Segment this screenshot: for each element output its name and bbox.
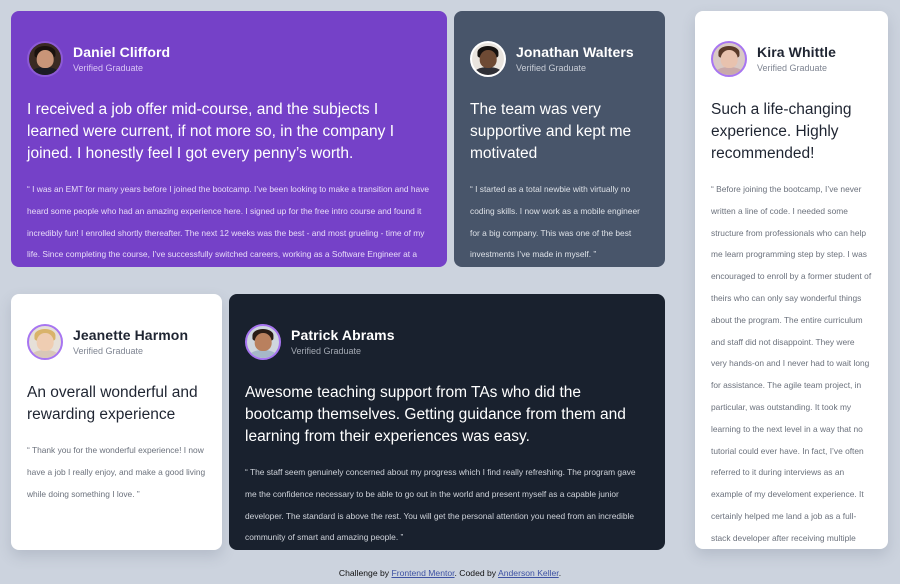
testimonial-quote: “ I started as a total newbie with virtu… [470,184,640,260]
attribution-middle: . Coded by [454,568,499,578]
author-role: Verified Graduate [73,63,144,73]
author-name: Daniel Clifford [73,44,171,60]
testimonial-quote: “ I was an EMT for many years before I j… [27,184,430,260]
card-header: Daniel Clifford Verified Graduate [27,41,431,77]
card-header: Kira Whittle Verified Graduate [711,41,872,77]
card-header: Jeanette Harmon Verified Graduate [27,324,206,360]
avatar [27,324,63,360]
author-name: Jeanette Harmon [73,327,189,343]
testimonial-quote: “ The staff seem genuinely concerned abo… [245,467,636,543]
testimonial-card-daniel: Daniel Clifford Verified Graduate I rece… [11,11,447,267]
author-name: Kira Whittle [757,44,836,60]
avatar [245,324,281,360]
author-role: Verified Graduate [516,63,587,73]
card-header: Patrick Abrams Verified Graduate [245,324,649,360]
attribution: Challenge by Frontend Mentor. Coded by A… [0,568,900,578]
testimonial-quote: “ Before joining the bootcamp, I’ve neve… [711,184,872,543]
testimonial-card-jeanette: Jeanette Harmon Verified Graduate An ove… [11,294,222,550]
author-link[interactable]: Anderson Keller [498,568,559,578]
testimonial-card-jonathan: Jonathan Walters Verified Graduate The t… [454,11,665,267]
author-role: Verified Graduate [291,346,362,356]
testimonial-summary: The team was very supportive and kept me… [470,101,632,162]
card-header: Jonathan Walters Verified Graduate [470,41,649,77]
testimonial-summary: I received a job offer mid-course, and t… [27,101,395,162]
testimonial-summary: Such a life-changing experience. Highly … [711,101,852,162]
author-role: Verified Graduate [73,346,144,356]
author-name: Jonathan Walters [516,44,634,60]
testimonial-quote: “ Thank you for the wonderful experience… [27,445,206,499]
avatar [27,41,63,77]
author-role: Verified Graduate [757,63,828,73]
frontend-mentor-link[interactable]: Frontend Mentor [391,568,454,578]
testimonial-summary: Awesome teaching support from TAs who di… [245,384,626,445]
author-name: Patrick Abrams [291,327,395,343]
avatar [470,41,506,77]
attribution-suffix: . [558,568,562,578]
avatar [711,41,747,77]
testimonial-card-kira: Kira Whittle Verified Graduate Such a li… [695,11,888,549]
testimonial-summary: An overall wonderful and rewarding exper… [27,384,198,423]
testimonial-card-patrick: Patrick Abrams Verified Graduate Awesome… [229,294,665,550]
attribution-prefix: Challenge by [338,568,392,578]
